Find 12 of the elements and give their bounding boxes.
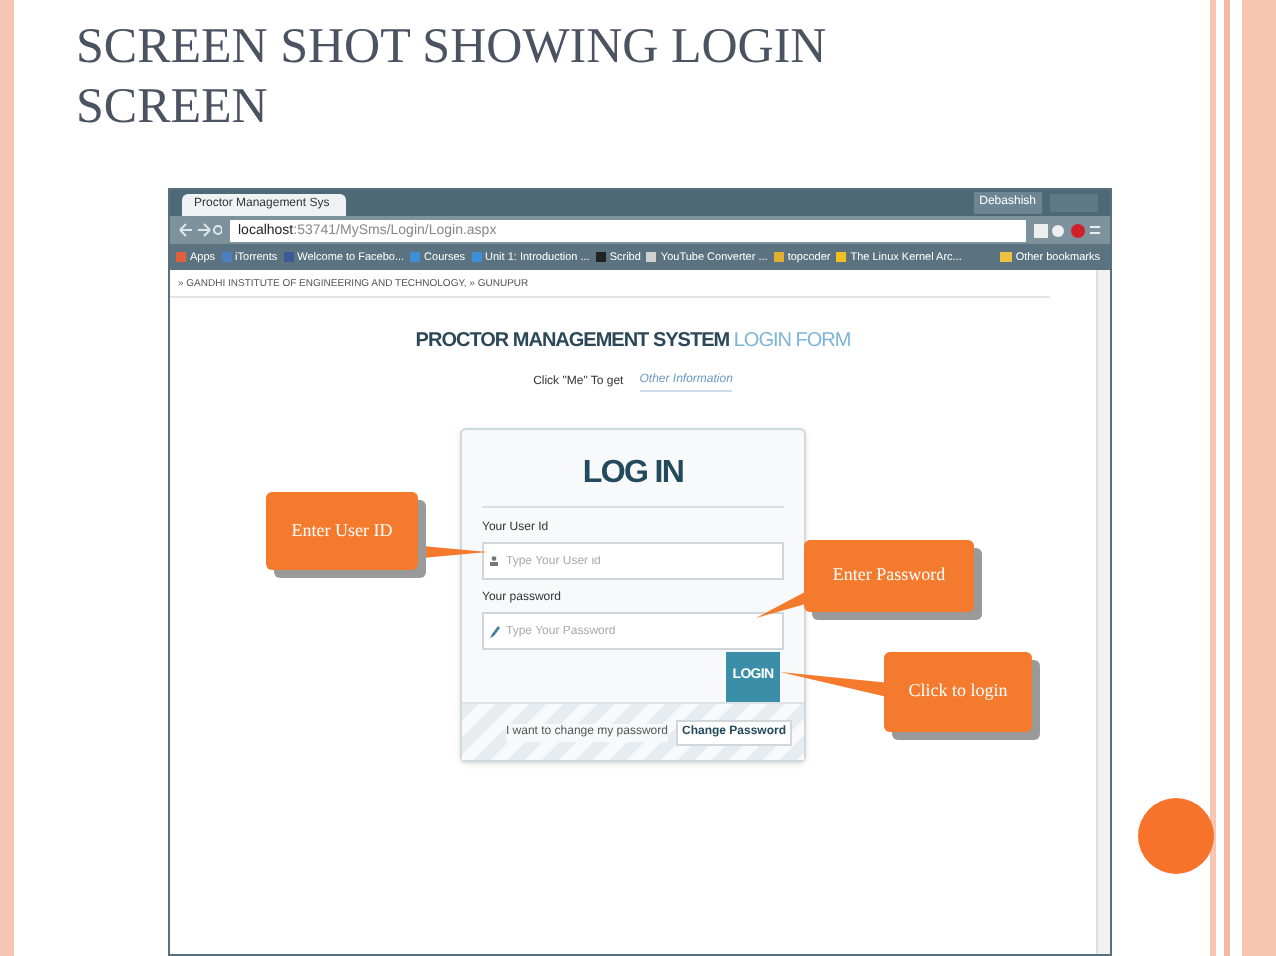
scrollbar[interactable] (1096, 270, 1110, 954)
folder-icon (999, 252, 1012, 262)
slide-title: SCREEN SHOT SHOWING LOGIN SCREEN (74, 18, 829, 138)
toolbar-icons[interactable] (1034, 221, 1102, 239)
login-title: LOG IN (482, 450, 784, 508)
pen-icon (490, 626, 500, 638)
user-icon (490, 556, 498, 566)
page-heading: PROCTOR MANAGEMENT SYSTEM LOGIN FORM (415, 328, 851, 356)
callout: Click to login (884, 652, 1032, 732)
callout: Enter Password (804, 540, 974, 612)
callout: Enter User ID (266, 492, 418, 570)
navigation-icon[interactable] (178, 222, 222, 238)
